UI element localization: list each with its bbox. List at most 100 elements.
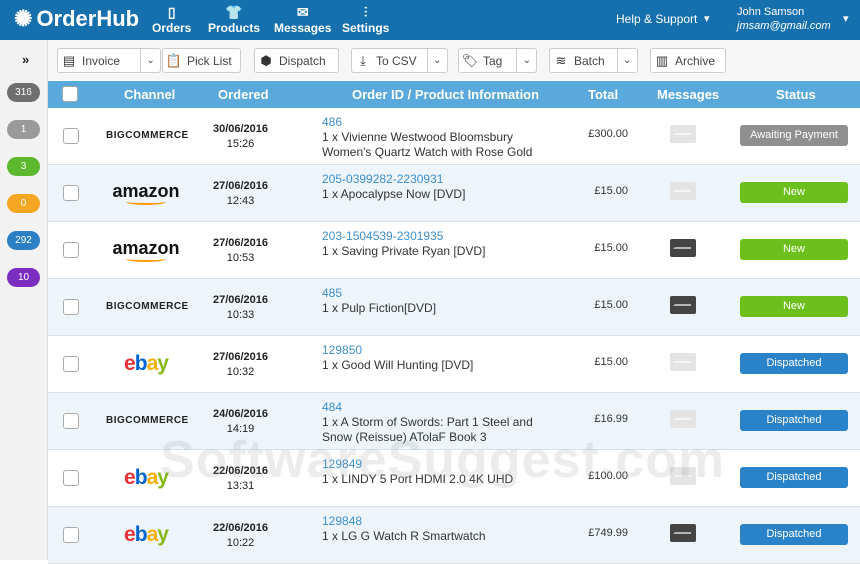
- col-ordered[interactable]: Ordered: [218, 87, 269, 102]
- envelope-icon[interactable]: [670, 296, 696, 314]
- order-date: 27/06/2016 10:33: [212, 294, 269, 321]
- bigcommerce-logo: BIGCOMMERCE: [106, 415, 189, 426]
- status-badge: New: [740, 182, 848, 203]
- envelope-icon[interactable]: [670, 239, 696, 257]
- order-date: 27/06/2016 10:32: [212, 351, 269, 378]
- invoice-button[interactable]: ▤ Invoice ⌄: [57, 48, 162, 73]
- order-info: 485 1 x Pulp Fiction[DVD]: [322, 286, 437, 315]
- order-info: 129849 1 x LINDY 5 Port HDMI 2.0 4K UHD: [322, 457, 514, 486]
- expand-sidebar-button[interactable]: »: [22, 52, 29, 67]
- to-csv-button[interactable]: ⤓ To CSV ⌄: [351, 48, 448, 73]
- table-row[interactable]: amazon 27/06/2016 10:53 203-1504539-23019…: [48, 222, 860, 279]
- user-menu[interactable]: John Samson jmsam@gmail.com: [737, 5, 831, 33]
- order-id-link[interactable]: 129849: [322, 457, 513, 472]
- order-total: £16.99: [594, 413, 628, 425]
- envelope-icon[interactable]: [670, 524, 696, 542]
- envelope-icon[interactable]: [670, 353, 696, 371]
- row-checkbox[interactable]: [63, 470, 79, 486]
- chevron-down-icon[interactable]: ⌄: [616, 49, 637, 72]
- order-id-link[interactable]: 486: [322, 115, 532, 130]
- ebay-logo: ebay: [124, 523, 169, 546]
- folder-count-badge[interactable]: 0: [7, 194, 40, 213]
- table-header: Channel Ordered Order ID / Product Infor…: [48, 81, 860, 108]
- toolbar: ▤ Invoice ⌄ 📋 Pick List ⬢ Dispatch ⤓ To CSV ⌄ …: [48, 40, 860, 80]
- order-total: £15.00: [594, 299, 628, 311]
- status-badge: Dispatched: [740, 467, 848, 488]
- table-row[interactable]: BIGCOMMERCE 30/06/2016 15:26 486 1 x Vivie…: [48, 108, 860, 165]
- chevron-down-icon[interactable]: ▾: [704, 12, 710, 25]
- col-info[interactable]: Order ID / Product Information: [352, 87, 539, 102]
- status-badge: New: [740, 239, 848, 260]
- col-channel[interactable]: Channel: [124, 87, 175, 102]
- order-id-link[interactable]: 129850: [322, 343, 473, 358]
- envelope-icon[interactable]: [670, 410, 696, 428]
- col-total[interactable]: Total: [588, 87, 618, 102]
- status-badge: New: [740, 296, 848, 317]
- row-checkbox[interactable]: [63, 299, 79, 315]
- sliders-icon: ⫶: [363, 4, 368, 20]
- order-id-link[interactable]: 485: [322, 286, 436, 301]
- logo[interactable]: ✺ OrderHub: [14, 6, 139, 32]
- order-total: £15.00: [594, 185, 628, 197]
- order-id-link[interactable]: 203-1504539-2301935: [322, 229, 485, 244]
- order-date: 30/06/2016 15:26: [212, 123, 269, 150]
- envelope-icon[interactable]: [670, 467, 696, 485]
- chevron-down-icon[interactable]: ⌄: [516, 49, 536, 72]
- order-info: 486 1 x Vivienne Westwood Bloomsbury Women…: [322, 115, 533, 159]
- order-id-link[interactable]: 484: [322, 400, 533, 415]
- pick-list-button[interactable]: 📋 Pick List: [162, 48, 241, 73]
- table-row[interactable]: ebay 22/06/2016 13:31 129849 1 x LINDY 5 P…: [48, 450, 860, 507]
- table-row[interactable]: BIGCOMMERCE 27/06/2016 10:33 485 1 x Pulp …: [48, 279, 860, 336]
- clipboard-icon: 📋: [165, 52, 183, 68]
- folder-count-badge[interactable]: 1: [7, 120, 40, 139]
- row-checkbox[interactable]: [63, 185, 79, 201]
- nav-products[interactable]: 👕 Products: [208, 3, 260, 35]
- folder-count-badge[interactable]: 10: [7, 268, 40, 287]
- order-date: 27/06/2016 12:43: [212, 180, 269, 207]
- order-info: 484 1 x A Storm of Swords: Part 1 Steel a…: [322, 400, 533, 444]
- chevron-down-icon[interactable]: ⌄: [426, 49, 447, 72]
- chevron-down-icon[interactable]: ▾: [843, 12, 849, 25]
- row-checkbox[interactable]: [63, 413, 79, 429]
- nav-settings[interactable]: ⫶ Settings: [342, 3, 389, 35]
- amazon-logo: amazon: [106, 181, 186, 205]
- row-checkbox[interactable]: [63, 527, 79, 543]
- ebay-logo: ebay: [124, 352, 169, 375]
- dispatch-button[interactable]: ⬢ Dispatch: [254, 48, 339, 73]
- status-badge: Dispatched: [740, 353, 848, 374]
- archive-button[interactable]: ▥ Archive: [650, 48, 727, 73]
- tag-button[interactable]: 🏷 Tag ⌄: [458, 48, 538, 73]
- row-checkbox[interactable]: [63, 356, 79, 372]
- table-row[interactable]: ebay 22/06/2016 10:22 129848 1 x LG G Watc…: [48, 507, 860, 564]
- document-icon: ▤: [62, 52, 76, 68]
- envelope-icon[interactable]: [670, 125, 696, 143]
- col-messages[interactable]: Messages: [657, 87, 719, 102]
- nav-orders[interactable]: ▯ Orders: [152, 3, 191, 35]
- folder-count-badge[interactable]: 3: [7, 157, 40, 176]
- folder-count-badge[interactable]: 292: [7, 231, 40, 250]
- col-status[interactable]: Status: [776, 87, 816, 102]
- bigcommerce-logo: BIGCOMMERCE: [106, 301, 189, 312]
- order-id-link[interactable]: 205-0399282-2230931: [322, 172, 465, 187]
- status-badge: Dispatched: [740, 410, 848, 431]
- row-checkbox[interactable]: [63, 128, 79, 144]
- chevron-down-icon[interactable]: ⌄: [140, 49, 160, 72]
- select-all-checkbox[interactable]: [62, 86, 78, 102]
- table-row[interactable]: ebay 27/06/2016 10:32 129850 1 x Good Will…: [48, 336, 860, 393]
- folder-count-badge[interactable]: 316: [7, 83, 40, 102]
- order-date: 22/06/2016 10:22: [212, 522, 269, 549]
- order-date: 22/06/2016 13:31: [212, 465, 269, 492]
- nav-messages[interactable]: ✉ Messages: [274, 3, 331, 35]
- table-row[interactable]: BIGCOMMERCE 24/06/2016 14:19 484 1 x A Sto…: [48, 393, 860, 450]
- batch-button[interactable]: ≋ Batch ⌄: [549, 48, 638, 73]
- order-id-link[interactable]: 129848: [322, 514, 486, 529]
- order-total: £15.00: [594, 242, 628, 254]
- envelope-icon[interactable]: [670, 182, 696, 200]
- table-row[interactable]: amazon 27/06/2016 12:43 205-0399282-22309…: [48, 165, 860, 222]
- order-info: 203-1504539-2301935 1 x Saving Private Ry…: [322, 229, 486, 258]
- order-total: £749.99: [588, 527, 628, 539]
- help-support-menu[interactable]: Help & Support: [616, 12, 697, 26]
- row-checkbox[interactable]: [63, 242, 79, 258]
- order-total: £300.00: [588, 128, 628, 140]
- tshirt-icon: 👕: [225, 4, 243, 20]
